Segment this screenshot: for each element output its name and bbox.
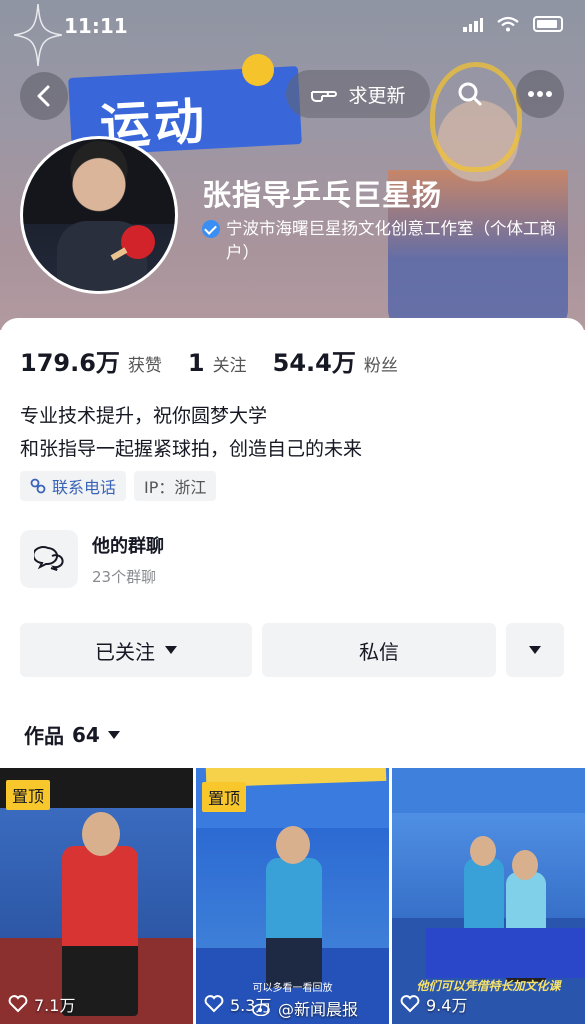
contact-phone-label: 联系电话 [52,478,117,497]
chat-bubbles-icon [34,546,64,571]
ip-location-label: IP：浙江 [144,478,207,497]
verified-badge-icon [202,220,220,238]
link-icon [30,478,46,494]
followers-label: 粉丝 [363,356,398,376]
more-button[interactable] [516,70,564,118]
verification-text: 宁波市海曙巨星扬文化创意工作室（个体工商户） [226,219,556,262]
following-button-label: 已关注 [95,639,155,664]
heart-icon [8,995,28,1013]
bio: 专业技术提升，祝你圆梦大学 和张指导一起握紧球拍，创造自己的未来 [20,400,362,466]
likes-value: 179.6万 [20,349,120,377]
video-likes: 7.1万 [8,992,75,1016]
player-head [82,812,120,856]
heart-icon [204,995,224,1013]
video-thumbnail[interactable]: 置顶 可以多看一看回放 5.3万 [196,768,389,1024]
bio-line: 专业技术提升，祝你圆梦大学 [20,405,268,427]
video-likes-count: 9.4万 [426,996,468,1015]
likes-label: 获赞 [127,356,162,376]
video-likes-count: 7.1万 [34,996,76,1015]
hand-pointer-icon [311,91,338,102]
group-chat-entry[interactable]: 他的群聊 23个群聊 [20,530,164,588]
banner-decoration-dot [242,54,274,86]
caret-down-icon [107,730,120,739]
stats-row: 179.6万 获赞 1 关注 54.4万 粉丝 [20,343,424,378]
watermark-text: @新闻晨报 [278,1000,359,1019]
signal-icon [463,16,483,32]
search-icon [458,82,482,106]
more-dots-icon [528,91,552,97]
ping-pong-table [426,928,585,978]
works-label: 作品 [24,724,64,748]
video-grid: 置顶 7.1万 置顶 可以多看一看回放 5.3万 他们可以凭借特长加文化课 9.… [0,768,585,1024]
likes-stat[interactable]: 179.6万 获赞 [20,343,162,378]
caret-down-icon [529,646,541,654]
following-label: 关注 [212,356,247,376]
search-button[interactable] [446,70,494,118]
video-thumbnail[interactable]: 他们可以凭借特长加文化课 9.4万 [392,768,585,1024]
player-figure [266,858,322,988]
group-chat-count: 23个群聊 [92,567,157,586]
battery-icon [533,16,563,32]
verification-row: 宁波市海曙巨星扬文化创意工作室（个体工商户） [202,217,572,265]
request-update-button[interactable]: 求更新 [286,70,430,118]
message-button[interactable]: 私信 [262,623,496,677]
caret-down-icon [165,646,177,654]
avatar[interactable] [20,136,178,294]
contact-phone-tag[interactable]: 联系电话 [20,471,127,501]
following-button[interactable]: 已关注 [20,623,252,677]
video-likes: 9.4万 [400,992,467,1016]
bio-line: 和张指导一起握紧球拍，创造自己的未来 [20,438,363,460]
pinned-badge: 置顶 [202,782,247,812]
player-figure [62,846,138,1016]
heart-icon [400,995,420,1013]
works-count: 64 [72,722,100,747]
weibo-logo-icon [252,1003,270,1016]
video-thumbnail[interactable]: 置顶 7.1万 [0,768,193,1024]
group-chat-icon [20,530,78,588]
request-update-label: 求更新 [348,84,406,107]
chevron-left-icon [37,85,50,107]
works-tab[interactable]: 作品 64 [24,720,120,749]
followers-stat[interactable]: 54.4万 粉丝 [273,343,398,378]
status-time: 11:11 [64,14,128,38]
message-button-label: 私信 [359,639,399,664]
recommend-dropdown-button[interactable] [506,623,564,677]
ip-location-tag: IP：浙江 [134,471,217,501]
sparkle-decoration [14,4,62,66]
player-head [276,826,310,864]
wifi-icon [497,16,519,32]
status-icons [463,16,563,32]
pinned-badge: 置顶 [6,780,51,810]
paddle-image [121,225,155,259]
display-name: 张指导乒乓巨星扬 [202,178,443,212]
player-head [470,836,496,866]
action-buttons: 已关注 私信 [20,623,564,677]
followers-value: 54.4万 [272,349,356,377]
following-value: 1 [187,349,205,377]
watermark: @新闻晨报 [252,996,358,1020]
group-chat-title: 他的群聊 [92,535,164,557]
following-stat[interactable]: 1 关注 [188,349,247,377]
profile-tags: 联系电话 IP：浙江 [20,471,217,501]
back-button[interactable] [20,72,68,120]
profile-header: 运动 11:11 求更新 张指导乒乓巨星扬 宁波市海曙巨星扬文化创意工作室（个体… [0,0,585,330]
player-head [512,850,538,880]
